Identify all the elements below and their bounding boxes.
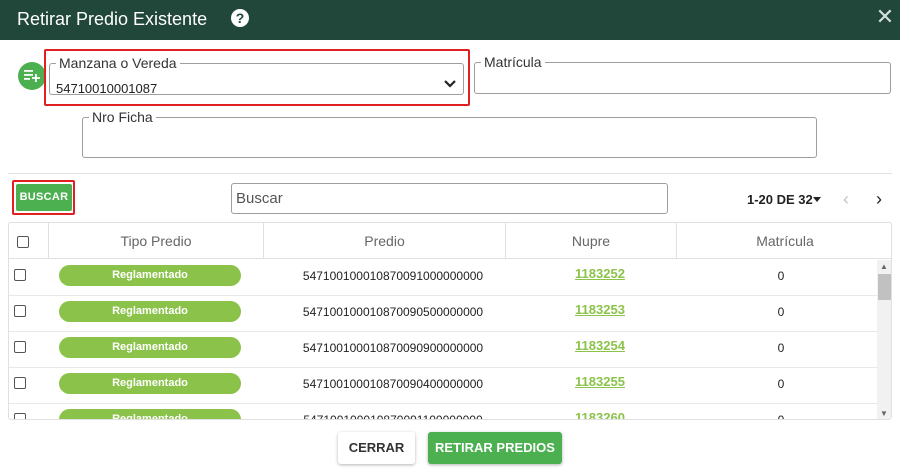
pager-range[interactable]: 1-20 DE 32	[747, 192, 813, 207]
matricula-cell: 0	[777, 269, 785, 283]
nupre-link[interactable]: 1183254	[515, 338, 685, 353]
close-icon[interactable]: ✕	[875, 5, 895, 29]
table-row[interactable]: Reglamentado 547100100010870090900000000…	[9, 332, 877, 368]
table-header: Tipo Predio Predio Nupre Matrícula	[9, 223, 891, 259]
predio-cell: 547100100010870090500000000	[302, 305, 484, 319]
cerrar-button[interactable]: CERRAR	[338, 432, 415, 464]
tipo-predio-badge: Reglamentado	[59, 373, 241, 394]
chevron-left-icon[interactable]: ‹	[843, 190, 849, 208]
buscar-button[interactable]: BUSCAR	[16, 184, 72, 211]
nro-ficha-field[interactable]: Nro Ficha	[82, 110, 817, 158]
scroll-up-icon[interactable]: ▲	[880, 262, 888, 271]
tipo-predio-badge: Reglamentado	[59, 337, 241, 358]
matricula-cell: 0	[777, 413, 785, 420]
column-header-predio[interactable]: Predio	[264, 223, 506, 259]
matricula-cell: 0	[777, 305, 785, 319]
tipo-predio-badge: Reglamentado	[59, 301, 241, 322]
select-all-checkbox[interactable]	[17, 236, 29, 248]
predio-cell: 547100100010870090900000000	[302, 341, 484, 355]
nupre-link[interactable]: 1183252	[515, 266, 685, 281]
row-checkbox[interactable]	[14, 413, 26, 419]
table-row[interactable]: Reglamentado 547100100010870091000000000…	[9, 260, 877, 296]
chevron-down-icon[interactable]	[443, 79, 457, 89]
predio-cell: 547100100010870091100000000	[303, 413, 483, 420]
row-checkbox[interactable]	[14, 341, 26, 353]
table-body: Reglamentado 547100100010870091000000000…	[9, 260, 877, 420]
column-header-tipo[interactable]: Tipo Predio	[49, 223, 264, 259]
table-scrollbar[interactable]: ▲ ▼	[877, 260, 891, 419]
predio-cell: 547100100010870091000000000	[302, 269, 484, 283]
nupre-link[interactable]: 1183260	[515, 410, 685, 419]
playlist-add-icon[interactable]	[18, 62, 46, 90]
table-row[interactable]: Reglamentado 547100100010870090400000000…	[9, 368, 877, 404]
dialog-header: Retirar Predio Existente ? ✕	[0, 0, 900, 40]
matricula-cell: 0	[777, 377, 785, 391]
matricula-field[interactable]: Matrícula	[474, 55, 891, 94]
row-checkbox[interactable]	[14, 269, 26, 281]
manzana-select[interactable]: Manzana o Vereda 54710010001087	[49, 55, 464, 96]
manzana-value: 54710010001087	[56, 81, 158, 96]
help-icon[interactable]: ?	[231, 9, 249, 27]
nupre-link[interactable]: 1183255	[515, 374, 685, 389]
matricula-label: Matrícula	[484, 54, 542, 70]
table-row[interactable]: Reglamentado 547100100010870090500000000…	[9, 296, 877, 332]
matricula-cell: 0	[777, 341, 785, 355]
nro-ficha-label: Nro Ficha	[92, 109, 153, 125]
search-input[interactable]	[231, 183, 668, 214]
divider	[8, 173, 892, 174]
caret-down-icon[interactable]	[813, 197, 821, 202]
dialog-title: Retirar Predio Existente	[17, 9, 208, 29]
nupre-link[interactable]: 1183253	[515, 302, 685, 317]
retirar-predios-button[interactable]: RETIRAR PREDIOS	[428, 432, 562, 464]
chevron-right-icon[interactable]: ›	[876, 190, 882, 208]
scroll-thumb[interactable]	[878, 274, 891, 300]
predio-cell: 547100100010870090400000000	[302, 377, 484, 391]
select-all-cell	[9, 223, 49, 259]
column-header-nupre[interactable]: Nupre	[506, 223, 677, 259]
scroll-down-icon[interactable]: ▼	[880, 409, 888, 418]
column-header-matricula[interactable]: Matrícula	[677, 223, 891, 259]
tipo-predio-badge: Reglamentado	[59, 409, 241, 419]
table-row[interactable]: Reglamentado 547100100010870091100000000…	[9, 404, 877, 420]
manzana-label: Manzana o Vereda	[59, 55, 177, 71]
predios-table: Tipo Predio Predio Nupre Matrícula Regla…	[8, 222, 892, 420]
row-checkbox[interactable]	[14, 305, 26, 317]
row-checkbox[interactable]	[14, 377, 26, 389]
tipo-predio-badge: Reglamentado	[59, 265, 241, 286]
